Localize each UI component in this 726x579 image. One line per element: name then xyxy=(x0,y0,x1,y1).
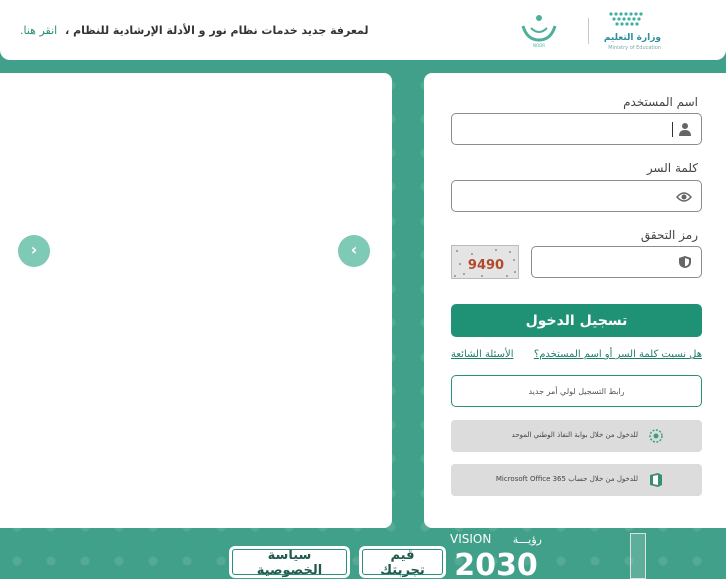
office365-login-label: للدخول من خلال حساب Microsoft Office 365 xyxy=(495,475,638,483)
vision-2030-logo: VISION رؤيـــة 2030 xyxy=(450,532,542,579)
login-button[interactable]: تسجيل الدخول xyxy=(451,304,702,337)
forgot-credentials-link[interactable]: هل نسيت كلمة السر أو اسم المستخدم؟ xyxy=(534,349,702,360)
captcha-image: 9490 xyxy=(451,245,519,279)
top-header: وزارة التعليم Ministry of Education NOOR… xyxy=(0,0,726,60)
faq-link[interactable]: الأسئلة الشائعة xyxy=(451,349,514,360)
text-caret xyxy=(672,122,673,137)
svg-text:2030: 2030 xyxy=(454,548,538,579)
announcement-link[interactable]: انقر هنا. xyxy=(20,24,57,37)
nafath-login-button[interactable]: للدخول من خلال بوابة النفاذ الوطني الموح… xyxy=(451,420,702,452)
svg-text:رؤيـــة: رؤيـــة xyxy=(513,533,542,546)
new-guardian-registration-button[interactable]: رابط التسجيل لولي أمر جديد xyxy=(451,375,702,407)
nafath-icon xyxy=(649,429,663,443)
logo-divider xyxy=(588,18,589,44)
announcement-message: لمعرفة جديد خدمات نظام نور و الأدلة الإر… xyxy=(65,24,369,37)
username-label: اسم المستخدم xyxy=(623,95,698,109)
captcha-label: رمز التحقق xyxy=(640,228,698,242)
svg-text:Ministry of Education: Ministry of Education xyxy=(608,45,661,51)
user-icon xyxy=(679,123,691,136)
svg-text:NOOR: NOOR xyxy=(533,43,545,48)
carousel-prev-arrow[interactable]: › xyxy=(18,235,50,267)
office365-login-button[interactable]: للدخول من خلال حساب Microsoft Office 365 xyxy=(451,464,702,496)
captcha-noise: 9490 xyxy=(452,246,518,278)
carousel-panel xyxy=(0,73,392,528)
password-label: كلمة السر xyxy=(646,161,698,175)
password-field[interactable] xyxy=(451,180,702,212)
nafath-login-label: للدخول من خلال بوابة النفاذ الوطني الموح… xyxy=(511,431,638,439)
eye-icon[interactable] xyxy=(676,190,692,204)
username-field[interactable] xyxy=(451,113,702,145)
carousel-next-arrow[interactable]: ‹ xyxy=(338,235,370,267)
privacy-policy-button[interactable]: سياسة الخصوصية xyxy=(229,546,350,578)
ministry-of-education-logo: وزارة التعليم Ministry of Education xyxy=(604,12,661,51)
svg-text:وزارة التعليم: وزارة التعليم xyxy=(604,33,661,43)
broken-image-placeholder xyxy=(630,533,646,579)
svg-text:VISION: VISION xyxy=(450,532,491,546)
svg-text:9490: 9490 xyxy=(468,258,504,273)
captcha-field[interactable] xyxy=(531,246,702,278)
noor-logo: NOOR xyxy=(521,15,557,48)
announcement-text: لمعرفة جديد خدمات نظام نور و الأدلة الإر… xyxy=(20,24,369,37)
shield-icon xyxy=(679,256,691,268)
rate-experience-button[interactable]: قيم تجربتك xyxy=(359,546,446,578)
microsoft-office-icon xyxy=(650,473,662,487)
